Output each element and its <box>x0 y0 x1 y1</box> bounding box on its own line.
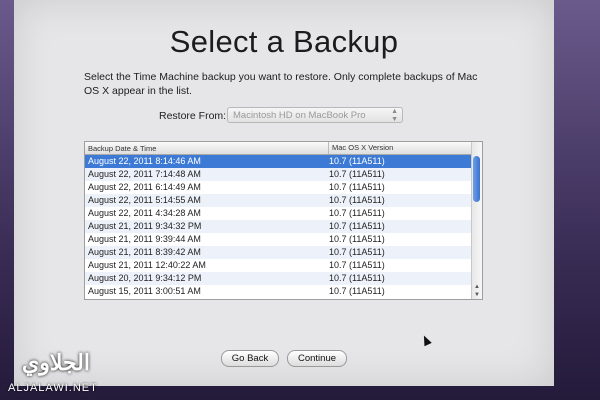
os-version-cell: 10.7 (11A511) <box>329 169 385 179</box>
backup-date-cell: August 21, 2011 9:34:32 PM <box>88 221 202 231</box>
os-version-cell: 10.7 (11A511) <box>329 260 385 270</box>
os-version-cell: 10.7 (11A511) <box>329 156 385 166</box>
table-row[interactable]: August 22, 2011 8:14:46 AM 10.7 (11A511) <box>85 155 471 168</box>
backup-date-cell: August 21, 2011 8:39:42 AM <box>88 247 201 257</box>
os-version-cell: 10.7 (11A511) <box>329 195 385 205</box>
table-row[interactable]: August 22, 2011 6:14:49 AM 10.7 (11A511) <box>85 181 471 194</box>
watermark-site: ALJALAWI.NET <box>8 382 98 394</box>
updown-arrows-icon: ▲ ▼ <box>391 108 398 123</box>
os-version-cell: 10.7 (11A511) <box>329 234 385 244</box>
table-row[interactable]: August 22, 2011 7:14:48 AM 10.7 (11A511) <box>85 168 471 181</box>
backup-date-cell: August 22, 2011 8:14:46 AM <box>88 156 201 166</box>
backup-list-table[interactable]: Backup Date & Time Mac OS X Version Augu… <box>84 141 483 300</box>
os-version-cell: 10.7 (11A511) <box>329 273 385 283</box>
restore-from-label: Restore From: <box>159 110 227 122</box>
os-version-cell: 10.7 (11A511) <box>329 208 385 218</box>
backup-date-cell: August 21, 2011 12:40:22 AM <box>88 260 206 270</box>
page-title: Select a Backup <box>169 24 399 59</box>
restore-from-select[interactable]: Macintosh HD on MacBook Pro ▲ ▼ <box>227 107 403 123</box>
table-row[interactable]: August 20, 2011 9:34:12 PM 10.7 (11A511) <box>85 272 471 285</box>
backup-date-cell: August 20, 2011 9:34:12 PM <box>88 273 202 283</box>
mouse-pointer-icon <box>420 333 432 347</box>
os-version-cell: 10.7 (11A511) <box>329 182 385 192</box>
backup-date-cell: August 21, 2011 9:39:44 AM <box>88 234 201 244</box>
backup-date-cell: August 22, 2011 7:14:48 AM <box>88 169 201 179</box>
table-row[interactable]: August 21, 2011 8:39:42 AM 10.7 (11A511) <box>85 246 471 259</box>
os-version-cell: 10.7 (11A511) <box>329 247 385 257</box>
table-row[interactable]: August 22, 2011 4:34:28 AM 10.7 (11A511) <box>85 207 471 220</box>
table-row[interactable]: August 21, 2011 9:39:44 AM 10.7 (11A511) <box>85 233 471 246</box>
time-machine-restore-window: Select a Backup Select the Time Machine … <box>14 0 554 386</box>
table-row[interactable]: August 22, 2011 5:14:55 AM 10.7 (11A511) <box>85 194 471 207</box>
continue-button[interactable]: Continue <box>287 350 347 367</box>
os-version-cell: 10.7 (11A511) <box>329 286 385 296</box>
backup-date-cell: August 22, 2011 5:14:55 AM <box>88 195 201 205</box>
restore-from-value: Macintosh HD on MacBook Pro <box>233 110 366 121</box>
go-back-button[interactable]: Go Back <box>221 350 279 367</box>
backup-date-cell: August 22, 2011 4:34:28 AM <box>88 208 201 218</box>
column-header-backup-date[interactable]: Backup Date & Time <box>88 144 156 153</box>
column-header-os-version[interactable]: Mac OS X Version <box>328 142 393 154</box>
backup-rows: August 22, 2011 8:14:46 AM 10.7 (11A511) A… <box>85 155 471 298</box>
os-version-cell: 10.7 (11A511) <box>329 221 385 231</box>
scroll-down-icon[interactable]: ▼ <box>473 292 481 298</box>
watermark-logo: الجلاوي ALJALAWI.NET <box>8 350 138 395</box>
table-row[interactable]: August 15, 2011 3:00:51 AM 10.7 (11A511) <box>85 285 471 298</box>
scrollbar-thumb[interactable] <box>473 156 480 202</box>
instructions-text: Select the Time Machine backup you want … <box>84 71 478 97</box>
backup-date-cell: August 15, 2011 3:00:51 AM <box>88 286 201 296</box>
table-row[interactable]: August 21, 2011 12:40:22 AM 10.7 (11A511) <box>85 259 471 272</box>
vertical-scrollbar[interactable]: ▲ ▼ <box>471 142 482 299</box>
table-header: Backup Date & Time Mac OS X Version <box>85 142 471 155</box>
watermark-arabic-logo: الجلاوي <box>22 350 90 376</box>
backup-date-cell: August 22, 2011 6:14:49 AM <box>88 182 201 192</box>
scroll-up-icon[interactable]: ▲ <box>473 284 481 290</box>
table-row[interactable]: August 21, 2011 9:34:32 PM 10.7 (11A511) <box>85 220 471 233</box>
